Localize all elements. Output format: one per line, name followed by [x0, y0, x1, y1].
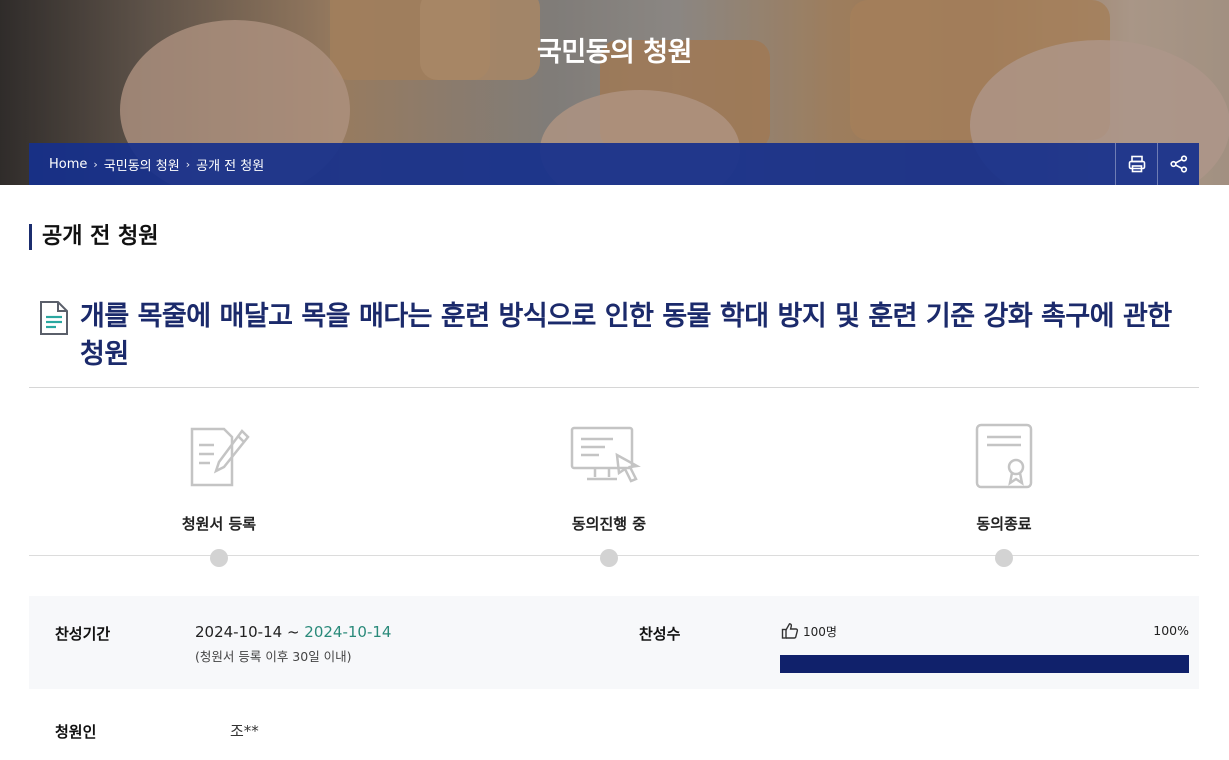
breadcrumb: Home › 국민동의 청원 › 공개 전 청원	[29, 155, 1115, 174]
step-label: 동의종료	[976, 515, 1032, 533]
certificate-icon	[975, 423, 1033, 489]
agree-progress-fill	[780, 655, 1189, 673]
print-button[interactable]	[1115, 143, 1157, 185]
count-value: 100명	[803, 624, 837, 639]
breadcrumb-bar: Home › 국민동의 청원 › 공개 전 청원	[29, 143, 1199, 185]
breadcrumb-home[interactable]: Home	[49, 157, 87, 172]
thumbs-up-icon	[781, 623, 799, 639]
printer-icon	[1128, 155, 1145, 173]
period-end: 2024-10-14	[304, 623, 392, 641]
share-button[interactable]	[1157, 143, 1199, 185]
section-title: 공개 전 청원	[29, 224, 159, 250]
count-label: 찬성수	[639, 625, 681, 643]
step-label: 동의진행 중	[571, 515, 647, 533]
hero-banner: 국민동의 청원 Home › 국민동의 청원 › 공개 전 청원	[0, 0, 1229, 185]
petitioner-label: 청원인	[55, 723, 97, 741]
hero-title: 국민동의 청원	[537, 37, 692, 68]
petition-title: 개를 목줄에 매달고 목을 매다는 훈련 방식으로 인한 동물 학대 방지 및 …	[80, 301, 1172, 370]
title-divider	[29, 387, 1199, 388]
period-note: (청원서 등록 이후 30일 이내)	[195, 649, 352, 664]
period-separator: ~	[282, 623, 305, 641]
pen-document-icon	[190, 427, 250, 487]
step-dot	[600, 549, 618, 567]
agree-progress-bar	[780, 655, 1189, 673]
breadcrumb-current[interactable]: 공개 전 청원	[196, 155, 264, 174]
petitioner-value: 조**	[230, 722, 259, 740]
step-label: 청원서 등록	[181, 515, 257, 533]
percent-value: 100%	[1153, 623, 1189, 638]
breadcrumb-separator: ›	[185, 157, 191, 171]
period-start: 2024-10-14	[195, 623, 283, 641]
petition-header: 개를 목줄에 매달고 목을 매다는 훈련 방식으로 인한 동물 학대 방지 및 …	[38, 298, 1188, 374]
step-dot	[210, 549, 228, 567]
period-label: 찬성기간	[55, 625, 111, 643]
agree-count: 100명	[781, 622, 837, 640]
share-icon	[1169, 155, 1187, 173]
breadcrumb-petitions[interactable]: 국민동의 청원	[104, 155, 180, 174]
step-dot	[995, 549, 1013, 567]
petition-info: 찬성기간 2024-10-14 ~ 2024-10-14 (청원서 등록 이후 …	[29, 596, 1199, 689]
step-in-progress: 동의진행 중	[509, 420, 709, 567]
step-closed: 동의종료	[904, 420, 1104, 567]
document-icon	[40, 301, 68, 335]
breadcrumb-separator: ›	[93, 157, 98, 171]
agree-period: 2024-10-14 ~ 2024-10-14	[195, 623, 391, 641]
computer-click-icon	[570, 426, 641, 483]
step-registration: 청원서 등록	[119, 420, 319, 567]
